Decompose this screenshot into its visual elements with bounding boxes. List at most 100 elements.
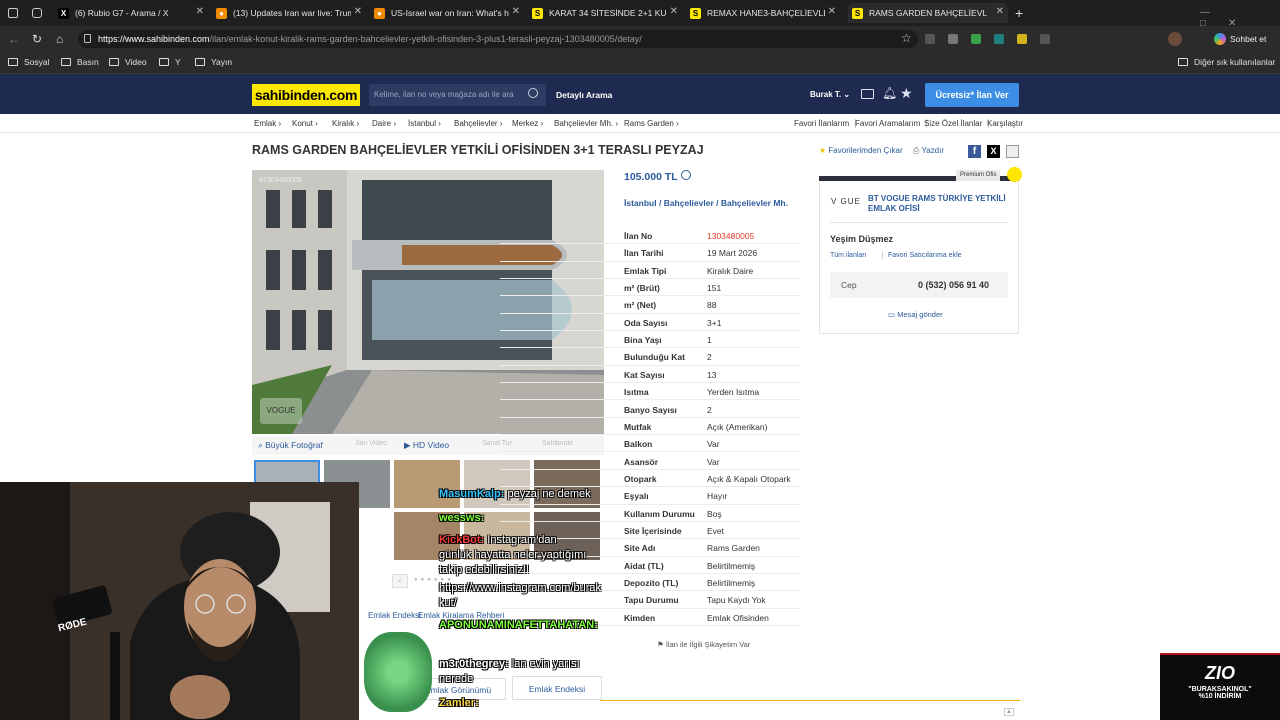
chat-message: nerede — [439, 673, 473, 685]
property-key: Site Adı — [624, 543, 656, 554]
copilot-chat-label: Sohbet et — [1230, 34, 1267, 44]
complaint-link[interactable]: ⚑ İlan ile İlgili Şikayetim Var — [657, 640, 750, 649]
top-link[interactable]: Size Özel İlanlar — [924, 119, 990, 128]
folder-icon — [159, 58, 169, 66]
top-link[interactable]: Karşılaştır — [987, 119, 1023, 128]
breadcrumb-item[interactable]: Emlak › — [254, 119, 281, 128]
close-tab-icon[interactable]: ✕ — [670, 6, 678, 17]
browser-tab[interactable]: S KARAT 34 SİTESİNDE 2+1 KULLAN...✕ — [528, 3, 682, 23]
sahibinden-icon: S — [852, 7, 863, 19]
breadcrumb-item[interactable]: Konut › — [292, 119, 318, 128]
close-tab-icon[interactable]: ✕ — [196, 6, 204, 17]
property-key: Aidat (TL) — [624, 560, 664, 571]
post-ad-button[interactable]: Ücretsiz* İlan Ver — [925, 83, 1019, 107]
chat-username: MasumKalp: — [439, 488, 505, 500]
reload-icon[interactable]: ↻ — [32, 32, 42, 46]
top-link[interactable]: Favori Aramalarım — [855, 119, 928, 128]
breadcrumb-item[interactable]: Kiralık › — [332, 119, 359, 128]
star-icon: ★ — [819, 146, 827, 155]
advanced-search-link[interactable]: Detaylı Arama — [556, 90, 612, 100]
bell-icon[interactable]: 🔔︎ — [882, 86, 897, 100]
office-name[interactable]: BT VOGUE RAMS TÜRKİYE YETKİLİ EMLAK OFİS… — [868, 194, 1008, 214]
chat-message: Zamler: — [439, 697, 479, 709]
email-share-icon[interactable] — [1006, 145, 1019, 158]
location-neighborhood[interactable]: Bahçelievler Mh. — [721, 198, 788, 208]
bookmark-folder[interactable]: Yayın — [195, 57, 232, 67]
bookmark-label: Basın — [77, 57, 99, 67]
property-key: Otopark — [624, 473, 657, 484]
video-tab[interactable]: İlan Video — [356, 440, 387, 447]
close-tab-icon[interactable]: ✕ — [354, 6, 362, 17]
hd-video-tab[interactable]: ▶ HD Video — [404, 440, 449, 451]
chat-message: günlük hayatta neler yaptığımı — [439, 549, 586, 561]
browser-tab[interactable]: S REMAX HANE3-BAHÇELİEVLER YA...✕ — [686, 3, 840, 23]
premium-office-badge: Premium Ofis — [956, 170, 1001, 181]
location-district[interactable]: Bahçelievler — [664, 198, 714, 208]
user-menu[interactable]: Burak T. ⌄ — [810, 90, 850, 99]
browser-tab[interactable]: S RAMS GARDEN BAHÇELİEVLER YE... ✕ — [848, 3, 1008, 23]
top-link[interactable]: Favori İlanlarım — [794, 119, 857, 128]
premium-medal-icon — [1007, 167, 1022, 182]
x-share-icon[interactable]: X — [987, 145, 1000, 158]
all-ads-link[interactable]: Tüm ilanları — [830, 252, 867, 259]
property-row: Banyo Sayısı 2 — [500, 401, 800, 418]
promo-overlay: ZIO "BURAKSAKINOL" %10 İNDİRİM — [1160, 653, 1280, 720]
favorites-star-icon[interactable]: ★ — [900, 85, 913, 102]
browser-tab[interactable]: X (6) Rubio G7 - Arama / X ✕ — [54, 3, 208, 23]
property-key: İlan Tarihi — [624, 248, 664, 259]
address-bar[interactable]: https://www.sahibinden.com/ilan/emlak-ko… — [78, 30, 918, 48]
close-tab-icon[interactable]: ✕ — [512, 6, 520, 17]
favorite-remove-link[interactable]: ★ Favorilerimden Çıkar — [819, 146, 903, 155]
print-link[interactable]: ⎙ Yazdır — [913, 146, 944, 156]
close-tab-icon[interactable]: ✕ — [828, 6, 836, 17]
office-logo[interactable]: V GUE — [831, 197, 861, 206]
phone-number[interactable]: 0 (532) 056 91 40 — [918, 280, 989, 290]
extension-icons[interactable] — [925, 34, 1065, 44]
property-key: İlan No — [624, 231, 653, 241]
workspaces-icon[interactable] — [8, 8, 18, 18]
breadcrumb-item[interactable]: Merkez › — [512, 119, 543, 128]
profile-avatar[interactable] — [1168, 32, 1182, 46]
breadcrumb-item[interactable]: Bahçelievler Mh. › — [554, 119, 618, 128]
bookmark-folder[interactable]: Basın — [61, 57, 99, 67]
x-logo-icon: X — [58, 7, 69, 19]
message-icon[interactable] — [861, 89, 874, 99]
new-tab-button[interactable]: + — [1015, 5, 1023, 21]
sahibinden-icon: S — [532, 7, 543, 19]
facebook-share-icon[interactable]: f — [968, 145, 981, 158]
bookmark-folder[interactable]: Video — [109, 57, 147, 67]
search-icon[interactable] — [528, 88, 538, 98]
home-icon[interactable]: ⌂ — [56, 32, 63, 46]
send-message-link[interactable]: ▭ Mesaj gönder — [888, 310, 943, 319]
location-city[interactable]: İstanbul — [624, 198, 657, 208]
favorite-star-icon[interactable]: ☆ — [901, 31, 912, 45]
copilot-chat-button[interactable]: Sohbet et — [1214, 30, 1274, 48]
property-value: 2 — [707, 404, 712, 415]
search-input[interactable]: Kelime, ilan no veya mağaza adı ile ara — [369, 84, 546, 106]
bookmarks-bar — [0, 52, 1280, 74]
close-tab-icon[interactable]: ✕ — [996, 6, 1004, 17]
price-history-icon[interactable] — [681, 170, 691, 180]
breadcrumb-item[interactable]: İstanbul › — [408, 119, 441, 128]
back-icon[interactable]: ← — [8, 32, 20, 46]
browser-tab[interactable]: ● US-Israel war on Iran: What's happ...✕ — [370, 3, 524, 23]
large-photo-tab[interactable]: ⌕ Büyük Fotoğraf — [258, 440, 323, 451]
bookmark-folder[interactable]: Y — [159, 57, 181, 67]
browser-tab[interactable]: ● (13) Updates Iran war live: Trump ...✕ — [212, 3, 366, 23]
breadcrumb-item[interactable]: Bahçelievler › — [454, 119, 502, 128]
bookmark-folder[interactable]: Sosyal — [8, 57, 50, 67]
site-header — [0, 74, 1280, 114]
price: 105.000 TL — [624, 171, 678, 183]
site-logo[interactable]: sahibinden.com — [252, 84, 360, 106]
scroll-top-button[interactable]: ▲ — [1004, 708, 1014, 716]
folder-icon — [195, 58, 205, 66]
chevron-down-icon: ⌄ — [843, 90, 851, 99]
breadcrumb-item[interactable]: Daire › — [372, 119, 396, 128]
other-bookmarks[interactable]: Diğer sık kullanılanlar — [1178, 57, 1275, 67]
breadcrumb-item[interactable]: Rams Garden › — [624, 119, 679, 128]
fav-seller-link[interactable]: Favori Satıcılarıma ekle — [882, 252, 962, 259]
property-row: Mutfak Açık (Amerikan) — [500, 418, 800, 436]
other-bookmarks-label: Diğer sık kullanılanlar — [1194, 57, 1276, 67]
tab-actions-icon[interactable] — [32, 8, 42, 18]
url-host: https://www.sahibinden.com — [98, 34, 210, 44]
